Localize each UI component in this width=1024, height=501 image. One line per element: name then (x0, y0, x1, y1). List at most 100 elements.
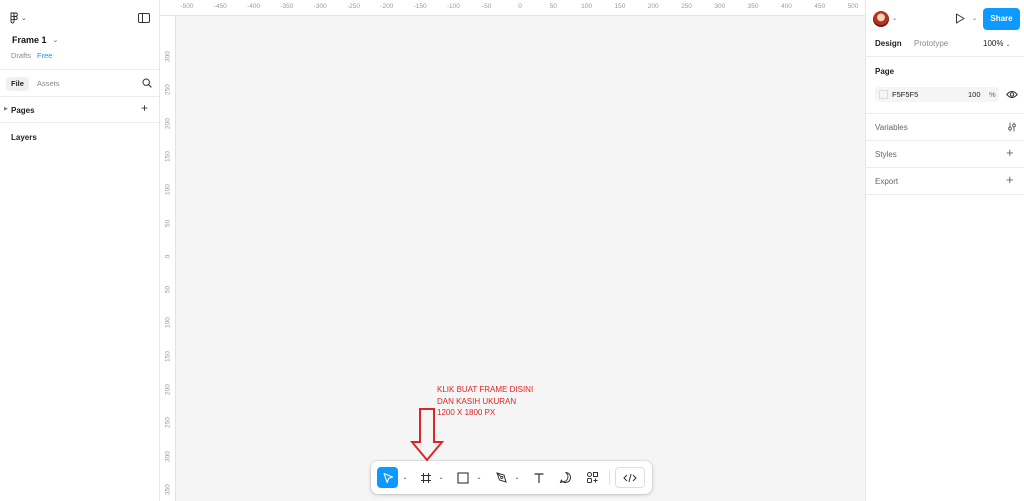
variables-section[interactable]: Variables (866, 114, 1024, 141)
chevron-down-icon: ⌄ (476, 475, 482, 481)
pages-label: Pages (11, 106, 35, 115)
toggle-visibility-button[interactable] (1006, 90, 1018, 101)
tab-prototype[interactable]: Prototype (914, 39, 948, 48)
down-arrow-annotation-icon (410, 408, 444, 462)
breadcrumb: Drafts Free (11, 51, 52, 60)
tab-design[interactable]: Design (875, 39, 902, 48)
tab-assets[interactable]: Assets (37, 77, 60, 91)
export-label: Export (875, 177, 899, 186)
page-label: Page (875, 67, 895, 76)
styles-label: Styles (875, 150, 897, 159)
avatar[interactable] (873, 11, 889, 27)
play-icon (956, 13, 965, 24)
ruler-tick-label: -250 (346, 3, 361, 10)
tab-file[interactable]: File (6, 77, 29, 91)
plus-icon: + (1006, 145, 1014, 160)
caret-right-icon: ▶ (4, 106, 8, 112)
annotation-line: KLIK BUAT FRAME DISINI (437, 385, 534, 394)
sliders-icon (1008, 122, 1016, 132)
add-style-button[interactable]: + (1006, 146, 1014, 159)
canvas[interactable]: -500 -450 -400 -350 -300 -250 -200 -150 -100 -50 0… (160, 0, 865, 501)
page-fill-row[interactable]: F5F5F5 100 % (875, 87, 999, 102)
zoom-level: 100% (983, 39, 1004, 48)
right-panel: ⌄ ⌄ Share Design Prototype 100% ⌄ Page F5… (865, 0, 1024, 501)
ruler-tick-label: 200 (164, 117, 172, 129)
percent-unit: % (989, 90, 996, 99)
dev-mode-toggle[interactable] (615, 467, 645, 488)
chevron-down-icon: ⌄ (1005, 42, 1011, 48)
left-panel: ⌄ Frame 1 ⌄ Drafts Free File Assets ▶ Pag… (0, 0, 160, 501)
ruler-tick-label: 150 (614, 3, 626, 10)
pen-tool-button[interactable] (491, 467, 511, 488)
ruler-tick-label: 200 (164, 384, 172, 395)
main-menu-button[interactable]: ⌄ (10, 12, 27, 24)
text-icon (534, 472, 544, 483)
panel-tabs: File Assets (0, 69, 159, 97)
comment-tool-button[interactable] (555, 467, 575, 488)
ruler-tick-label: 50 (164, 285, 172, 294)
ruler-tick-label: 100 (164, 317, 172, 329)
ruler-tick-label: -300 (313, 3, 327, 10)
ruler-tick-label: 250 (164, 84, 172, 96)
ruler-tick-label: 350 (747, 3, 759, 10)
fill-hex-input[interactable]: F5F5F5 (892, 90, 918, 99)
toggle-sidebar-button[interactable] (138, 13, 150, 25)
shape-tool-dropdown[interactable]: ⌄ (475, 467, 483, 488)
shape-tool-button[interactable] (453, 467, 473, 488)
ruler-tick-label: -200 (380, 3, 394, 10)
zoom-dropdown[interactable]: 100% ⌄ (983, 39, 1011, 48)
pen-icon (495, 472, 507, 483)
ruler-tick-label: 50 (549, 3, 557, 10)
breadcrumb-location[interactable]: Drafts (11, 51, 31, 60)
chevron-down-icon[interactable]: ⌄ (972, 15, 977, 22)
file-name-dropdown[interactable]: Frame 1 ⌄ (8, 33, 62, 47)
page-section: Page F5F5F5 100 % (866, 57, 1024, 114)
color-swatch[interactable] (879, 90, 888, 99)
frame-tool-dropdown[interactable]: ⌄ (437, 467, 445, 488)
ruler-tick-label: 150 (164, 350, 172, 362)
add-export-button[interactable]: + (1006, 173, 1014, 186)
search-button[interactable] (142, 78, 152, 90)
chevron-down-icon: ⌄ (21, 15, 27, 22)
code-icon (623, 473, 637, 482)
pen-tool-dropdown[interactable]: ⌄ (513, 467, 521, 488)
file-name: Frame 1 (12, 35, 47, 45)
actions-button[interactable] (582, 467, 602, 488)
move-tool-dropdown[interactable]: ⌄ (401, 467, 409, 488)
ruler-tick-label: 200 (647, 3, 659, 10)
frame-tool-button[interactable] (416, 467, 436, 488)
ruler-tick-label: 350 (164, 483, 172, 495)
annotation-line: DAN KASIH UKURAN (437, 396, 517, 406)
share-button[interactable]: Share (983, 8, 1020, 30)
toolbar-divider (609, 470, 610, 485)
bottom-toolbar: ⌄ ⌄ ⌄ ⌄ (371, 461, 652, 494)
text-tool-button[interactable] (529, 467, 549, 488)
components-icon (586, 472, 598, 483)
ruler-tick-label: -150 (413, 3, 427, 10)
ruler-top: -500 -450 -400 -350 -300 -250 -200 -150 -100 -50 0… (160, 0, 865, 16)
ruler-tick-label: 300 (164, 51, 172, 62)
pages-section[interactable]: ▶ Pages + (0, 97, 159, 123)
plus-icon: + (141, 101, 149, 115)
ruler-tick-label: 0 (164, 254, 172, 259)
annotation-text: KLIK BUAT FRAME DISINI DAN KASIH UKURAN … (437, 384, 533, 419)
annotation-line: 1200 X 1800 PX (437, 408, 496, 417)
plan-badge[interactable]: Free (37, 51, 52, 60)
ruler-tick-label: 50 (164, 219, 172, 227)
chevron-down-icon: ⌄ (438, 475, 444, 481)
move-tool-button[interactable] (377, 467, 398, 488)
chevron-down-icon: ⌄ (514, 475, 520, 481)
present-button[interactable] (955, 13, 965, 26)
ruler-tick-label: 300 (164, 450, 172, 462)
fill-opacity-input[interactable]: 100 (968, 90, 981, 99)
frame-icon (421, 472, 431, 483)
chevron-down-icon[interactable]: ⌄ (892, 15, 897, 22)
chevron-down-icon: ⌄ (402, 475, 408, 481)
ruler-tick-label: 450 (814, 3, 826, 10)
variables-settings-button[interactable] (1007, 122, 1017, 134)
styles-section[interactable]: Styles + (866, 141, 1024, 168)
plus-icon: + (1006, 172, 1014, 187)
export-section[interactable]: Export + (866, 168, 1024, 195)
comment-icon (559, 472, 571, 484)
add-page-button[interactable]: + (141, 102, 148, 114)
